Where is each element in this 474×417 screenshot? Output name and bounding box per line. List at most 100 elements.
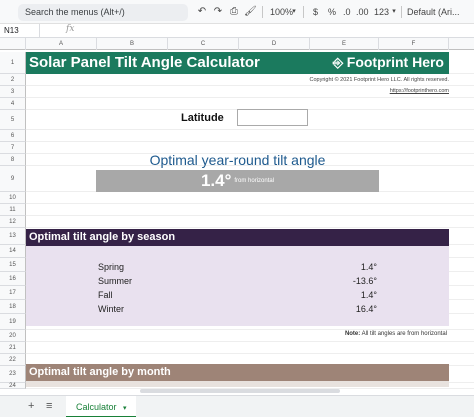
season-value: -13.6° <box>352 276 377 286</box>
latitude-input[interactable] <box>237 109 308 126</box>
undo-icon[interactable]: ↶ <box>196 4 208 20</box>
gridline <box>26 353 474 354</box>
currency-format-button[interactable]: $ <box>313 4 318 20</box>
row-header[interactable]: 5 <box>0 110 26 130</box>
season-panel: Spring 1.4° Summer -13.6° Fall 1.4° Wint… <box>26 246 449 326</box>
season-name: Winter <box>98 304 125 314</box>
note-label: Note: <box>344 331 361 337</box>
season-name: Summer <box>98 276 133 286</box>
month-banner: Optimal tilt angle by month <box>26 364 449 381</box>
column-header-b[interactable]: B <box>97 38 168 50</box>
formula-bar: N13 fx <box>0 24 474 38</box>
name-box[interactable]: N13 <box>0 24 40 38</box>
row-header[interactable]: 22 <box>0 354 26 366</box>
footprint-icon: ⎆ <box>332 55 344 70</box>
note-body: All tilt angles are from horizontal <box>360 331 447 337</box>
row-header[interactable]: 6 <box>0 130 26 142</box>
paint-format-icon[interactable]: 🖌 <box>244 4 257 20</box>
gridline <box>26 203 474 204</box>
title-banner: Solar Panel Tilt Angle Calculator ⎆ Footp… <box>26 52 449 74</box>
season-name: Spring <box>98 262 125 272</box>
column-header-e[interactable]: E <box>310 38 379 50</box>
row-header[interactable]: 24 <box>0 383 26 389</box>
increase-decimal-button[interactable]: .00 <box>356 4 369 20</box>
row-header[interactable]: 7 <box>0 142 26 154</box>
copyright-text: Copyright © 2021 Footprint Hero LLC. All… <box>309 77 449 83</box>
latitude-label: Latitude <box>181 112 224 124</box>
brand-logo: ⎆ Footprint Hero <box>333 54 444 70</box>
month-title: Optimal tilt angle by month <box>29 366 171 378</box>
toolbar-divider <box>262 6 263 18</box>
season-value: 1.4° <box>360 262 377 272</box>
row-header[interactable]: 1 <box>0 52 26 74</box>
column-headers: A B C D E F <box>0 38 474 50</box>
row-header[interactable]: 4 <box>0 98 26 110</box>
sheet-tab-calculator[interactable]: Calculator ▾ <box>66 396 136 417</box>
season-banner: Optimal tilt angle by season <box>26 229 449 246</box>
season-title: Optimal tilt angle by season <box>29 231 176 243</box>
gridline <box>26 129 474 130</box>
toolbar-divider <box>303 6 304 18</box>
print-icon[interactable]: ⎙ <box>228 4 240 20</box>
column-header-f[interactable]: F <box>379 38 449 50</box>
season-value: 1.4° <box>360 290 377 300</box>
row-header[interactable]: 16 <box>0 272 26 286</box>
gridline <box>26 215 474 216</box>
horizontal-scrollbar[interactable] <box>140 389 340 393</box>
add-sheet-icon[interactable]: + <box>28 400 34 412</box>
season-name: Fall <box>98 290 113 300</box>
column-header-d[interactable]: D <box>239 38 310 50</box>
row-header[interactable]: 12 <box>0 216 26 228</box>
row-header[interactable]: 13 <box>0 228 26 245</box>
sheet-tab-label: Calculator <box>76 402 117 412</box>
optimal-tilt-box: 1.4° from horizontal <box>96 170 379 192</box>
chevron-down-icon[interactable]: ▾ <box>123 405 127 412</box>
row-header[interactable]: 3 <box>0 86 26 98</box>
sheet-title: Solar Panel Tilt Angle Calculator <box>29 54 260 71</box>
row-header[interactable]: 21 <box>0 342 26 354</box>
season-row: Winter 16.4° <box>26 302 449 316</box>
gridline <box>26 97 474 98</box>
menu-search-input[interactable]: Search the menus (Alt+/) <box>18 4 188 21</box>
month-header-strip <box>26 381 449 387</box>
gridline <box>26 341 474 342</box>
row-header[interactable]: 17 <box>0 286 26 300</box>
row-header[interactable]: 10 <box>0 192 26 204</box>
column-header-a[interactable]: A <box>26 38 97 50</box>
optimal-tilt-title: Optimal year-round tilt angle <box>149 152 326 168</box>
sheet-tabs-bar: + ≡ Calculator ▾ <box>0 395 474 417</box>
fx-icon: fx <box>66 24 75 34</box>
row-header[interactable]: 23 <box>0 366 26 383</box>
row-header[interactable]: 2 <box>0 74 26 86</box>
season-value: 16.4° <box>355 304 377 314</box>
row-header[interactable]: 14 <box>0 245 26 258</box>
row-header[interactable]: 15 <box>0 258 26 272</box>
website-link[interactable]: https://footprinthero.com <box>390 88 449 94</box>
redo-icon[interactable]: ↷ <box>212 4 224 20</box>
toolbar-divider <box>401 6 402 18</box>
note-text: Note: All tilt angles are from horizonta… <box>345 331 447 337</box>
row-header[interactable]: 18 <box>0 300 26 314</box>
column-header-c[interactable]: C <box>168 38 239 50</box>
chevron-down-icon[interactable]: ▾ <box>390 4 398 20</box>
decrease-decimal-button[interactable]: .0 <box>343 4 351 20</box>
optimal-tilt-unit: from horizontal <box>234 178 275 184</box>
toolbar: Search the menus (Alt+/) ↶ ↷ ⎙ 🖌 100% ▾ … <box>0 0 474 24</box>
all-sheets-icon[interactable]: ≡ <box>46 400 52 412</box>
select-all-corner[interactable] <box>0 38 26 50</box>
row-header[interactable]: 9 <box>0 166 26 192</box>
chevron-down-icon[interactable]: ▾ <box>290 4 298 20</box>
optimal-tilt-value: 1.4° <box>200 171 232 190</box>
season-row: Spring 1.4° <box>26 260 449 274</box>
row-header[interactable]: 19 <box>0 314 26 330</box>
gridline <box>26 227 474 228</box>
row-header[interactable]: 20 <box>0 330 26 342</box>
row-header[interactable]: 11 <box>0 204 26 216</box>
font-select[interactable]: Default (Ari... <box>407 4 460 20</box>
season-row: Fall 1.4° <box>26 288 449 302</box>
gridline <box>26 141 474 142</box>
row-header[interactable]: 8 <box>0 154 26 166</box>
number-format-select[interactable]: 123 <box>374 4 389 20</box>
brand-name: Footprint Hero <box>346 54 444 70</box>
percent-format-button[interactable]: % <box>328 4 336 20</box>
